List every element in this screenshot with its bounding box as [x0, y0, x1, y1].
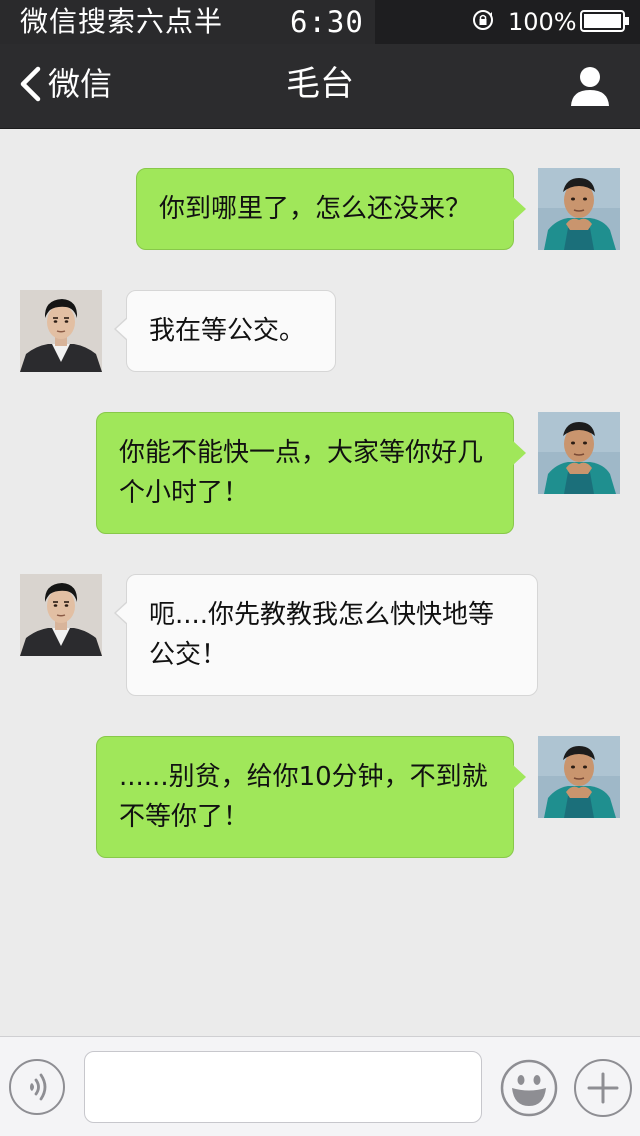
plus-icon	[587, 1072, 619, 1104]
contact-avatar-image	[20, 290, 102, 372]
incoming-message-bubble[interactable]: 我在等公交。	[114, 290, 336, 372]
battery-percentage: 100%	[508, 8, 577, 36]
message-input[interactable]	[84, 1051, 482, 1123]
navigation-bar: 微信 毛台	[0, 44, 640, 129]
chat-screen: 微信搜索六点半 6:30 100% 微信 毛台 你到哪里了，怎么还没来？ 我在等…	[0, 0, 640, 1136]
voice-button[interactable]	[9, 1059, 65, 1115]
status-time: 6:30	[290, 5, 364, 39]
outgoing-message-bubble[interactable]: 你能不能快一点，大家等你好几个小时了！	[96, 412, 526, 534]
rotation-lock-icon	[473, 10, 493, 30]
outgoing-message-bubble[interactable]: ......别贫，给你10分钟，不到就不等你了！	[96, 736, 526, 858]
self-avatar-image	[538, 736, 620, 818]
self-avatar-image	[538, 168, 620, 250]
person-icon[interactable]	[568, 64, 612, 108]
avatar[interactable]	[20, 574, 102, 656]
chat-title: 毛台	[286, 64, 354, 104]
carrier-label: 微信搜索六点半	[20, 5, 224, 38]
avatar[interactable]	[20, 290, 102, 372]
avatar[interactable]	[538, 736, 620, 818]
avatar[interactable]	[538, 168, 620, 250]
emoji-icon[interactable]	[500, 1059, 558, 1117]
outgoing-message-bubble[interactable]: 你到哪里了，怎么还没来？	[136, 168, 526, 250]
contact-avatar-image	[20, 574, 102, 656]
input-toolbar	[0, 1036, 640, 1136]
message-list[interactable]: 你到哪里了，怎么还没来？ 我在等公交。 你能不能快一点，大家等你好几个小时了！ …	[0, 129, 640, 1035]
incoming-message-bubble[interactable]: 呃....你先教教我怎么快快地等公交！	[114, 574, 538, 696]
voice-icon	[30, 1073, 47, 1101]
avatar[interactable]	[538, 412, 620, 494]
plus-button[interactable]	[574, 1059, 632, 1117]
battery-icon	[580, 10, 629, 32]
status-bar: 微信搜索六点半 6:30 100%	[0, 0, 640, 44]
self-avatar-image	[538, 412, 620, 494]
